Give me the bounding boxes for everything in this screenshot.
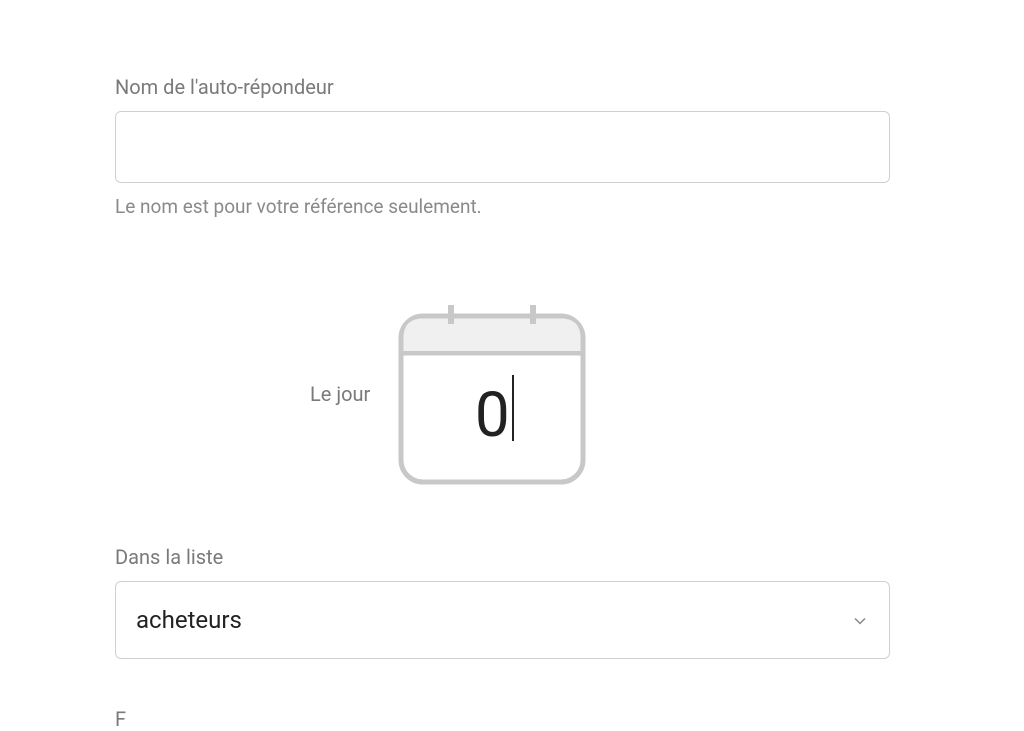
day-section: Le jour [115,303,909,485]
day-label: Le jour [310,382,370,406]
text-cursor [512,375,514,441]
autoresponder-name-helper: Le nom est pour votre référence seulemen… [115,195,909,218]
list-select-wrapper: acheteurs [115,581,890,659]
partial-label: F [115,707,909,731]
day-input[interactable] [408,355,576,475]
list-select[interactable]: acheteurs [115,581,890,659]
autoresponder-name-label: Nom de l'auto-répondeur [115,75,909,99]
autoresponder-name-group: Nom de l'auto-répondeur Le nom est pour … [115,75,909,218]
list-label: Dans la liste [115,545,909,569]
list-section: Dans la liste acheteurs [115,545,909,659]
autoresponder-name-input[interactable] [115,111,890,183]
calendar-widget [398,303,586,485]
